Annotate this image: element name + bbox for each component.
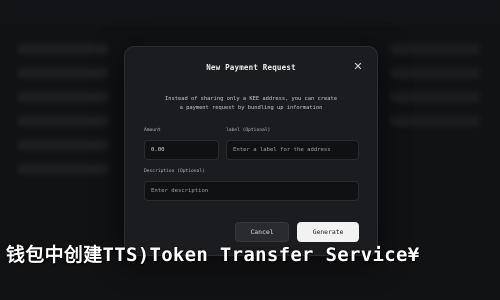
amount-label: Amount bbox=[144, 128, 161, 133]
dialog-description: Instead of sharing only a KEE address, y… bbox=[145, 95, 357, 113]
cancel-button[interactable]: Cancel bbox=[235, 222, 289, 242]
description-field-label: Description (Optional) bbox=[144, 169, 205, 174]
label-field-label: label (Optional) bbox=[226, 128, 271, 133]
background-row bbox=[390, 68, 480, 78]
amount-input[interactable]: 0.00 bbox=[144, 140, 219, 160]
background-row bbox=[18, 68, 108, 78]
description-line: Instead of sharing only a KEE address, y… bbox=[164, 96, 337, 102]
close-icon[interactable]: ✕ bbox=[351, 59, 365, 73]
background-row bbox=[390, 116, 480, 126]
background-row bbox=[18, 92, 108, 102]
generate-button[interactable]: Generate bbox=[297, 222, 359, 242]
background-row bbox=[18, 140, 108, 150]
background-row bbox=[18, 44, 108, 54]
dialog-title: New Payment Request bbox=[206, 63, 296, 72]
background-topbar bbox=[0, 0, 500, 24]
payment-request-dialog: New Payment Request ✕ Instead of sharing… bbox=[124, 46, 378, 256]
background-row bbox=[390, 92, 480, 102]
background-row bbox=[18, 116, 108, 126]
background-row bbox=[18, 164, 108, 174]
label-input[interactable]: Enter a label for the address bbox=[226, 140, 359, 160]
description-input[interactable]: Enter description bbox=[144, 181, 359, 201]
overlay-caption: 钱包中创建TTS)Token Transfer Service¥ bbox=[6, 244, 420, 266]
background-row bbox=[390, 44, 480, 54]
description-line: a payment request by bundling up informa… bbox=[179, 105, 323, 111]
